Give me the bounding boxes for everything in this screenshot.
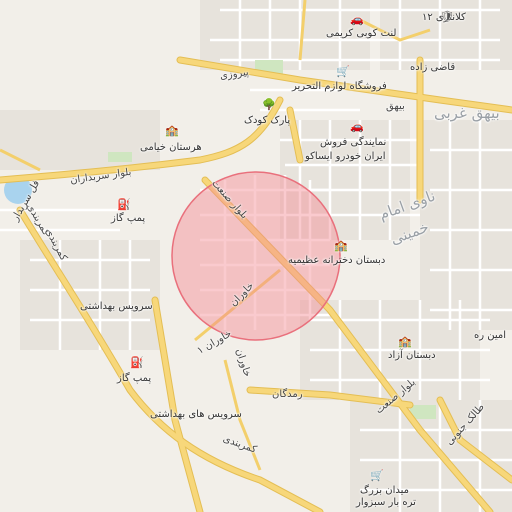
label-dabestan-azad: دبستان آزاد	[388, 350, 436, 361]
label-servis-2: سرویس های بهداشتی	[150, 409, 242, 420]
label-amin: امین ره	[474, 330, 507, 341]
school-icon: 🏫	[398, 335, 412, 348]
park-icon: 🌳	[262, 98, 276, 111]
label-dabestan-azimieh: دبستان دخترانه عظیمیه	[288, 255, 386, 266]
map-base	[0, 0, 512, 512]
label-namayandegi: نمایندگی فروش	[320, 137, 387, 148]
fuel-icon: ⛽	[130, 356, 144, 369]
label-ghazi-zadeh: قاضی زاده	[410, 62, 456, 73]
car-icon: 🚗	[350, 120, 364, 133]
fuel-icon: ⛽	[117, 198, 131, 211]
label-servis-1: سرویس بهداشتی	[80, 301, 153, 312]
shop-icon: 🛒	[336, 65, 350, 78]
label-iran-khodro: ایران خودرو ایساکو	[305, 151, 386, 162]
label-park-koodak: پارک کودک	[244, 115, 291, 126]
label-tareh-bar: تره بار سبزوار	[356, 497, 416, 508]
label-pump-gas-1: پمپ گاز	[111, 213, 146, 224]
car-icon: 🚗	[350, 13, 364, 26]
school-icon: 🏫	[334, 239, 348, 252]
map-canvas[interactable]: کلانتری ۱۲ 🛡 لنت کوبی کریمی 🚗 قاضی زاده …	[0, 0, 512, 512]
police-icon: 🛡	[440, 10, 454, 23]
label-beyhagh: بیهق	[386, 101, 405, 112]
label-ramazgan: رمدگان	[272, 389, 303, 400]
shop-icon: 🛒	[370, 469, 384, 482]
label-lent-kooei: لنت کوبی کریمی	[326, 28, 397, 39]
label-beyhagh-gharbi: بیهق غربی	[434, 104, 500, 122]
label-hospital: هرستان خیامی	[140, 142, 202, 153]
label-forooshgah: فروشگاه لوازم التحریر	[292, 81, 387, 92]
label-pump-gas-2: پمپ گاز	[117, 373, 152, 384]
label-maydan-bozorg: میدان بزرگ	[360, 485, 410, 496]
school-icon: 🏫	[165, 124, 179, 137]
